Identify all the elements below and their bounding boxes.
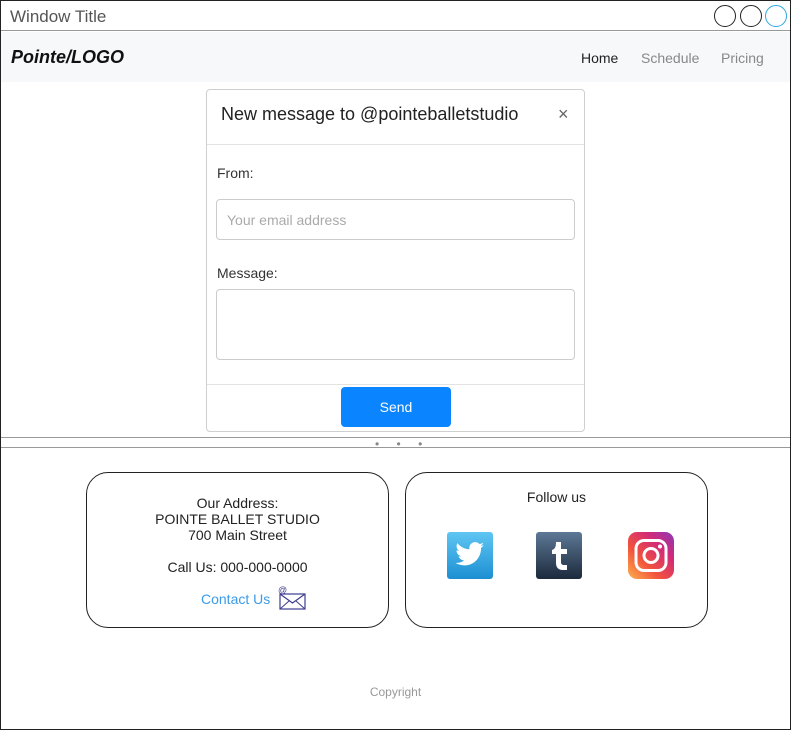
- contact-us-link[interactable]: Contact Us: [201, 591, 270, 607]
- dialog-header: New message to @pointeballetstudio ×: [207, 90, 584, 145]
- send-button[interactable]: Send: [341, 387, 451, 427]
- tumblr-icon[interactable]: [536, 532, 582, 579]
- from-label: From:: [217, 165, 254, 181]
- splitter-handle[interactable]: • • •: [375, 437, 429, 451]
- dialog-close-button[interactable]: ×: [558, 104, 569, 125]
- minimize-button[interactable]: [714, 5, 736, 27]
- message-textarea[interactable]: [216, 289, 575, 360]
- nav-link-schedule[interactable]: Schedule: [641, 50, 699, 66]
- message-label: Message:: [217, 265, 278, 281]
- twitter-icon[interactable]: [447, 532, 493, 579]
- svg-text:@: @: [278, 585, 287, 595]
- studio-name: POINTE BALLET STUDIO: [155, 511, 320, 527]
- address-card: Our Address: POINTE BALLET STUDIO 700 Ma…: [86, 472, 389, 628]
- navbar: Pointe/LOGO Home Schedule Pricing: [1, 32, 790, 82]
- phone-number: Call Us: 000-000-0000: [167, 559, 308, 575]
- address-heading: Our Address:: [196, 495, 279, 511]
- maximize-button[interactable]: [740, 5, 762, 27]
- follow-card: Follow us: [405, 472, 708, 628]
- title-bar: Window Title: [1, 1, 790, 31]
- pane-splitter[interactable]: • • •: [1, 437, 790, 451]
- dialog-title: New message to @pointeballetstudio: [221, 104, 519, 124]
- follow-title: Follow us: [526, 489, 587, 505]
- nav-link-home[interactable]: Home: [581, 50, 618, 66]
- close-window-button[interactable]: [765, 5, 787, 27]
- message-dialog: New message to @pointeballetstudio × Fro…: [206, 89, 585, 432]
- street-address: 700 Main Street: [188, 527, 287, 543]
- dialog-footer: Send: [207, 384, 584, 431]
- email-field[interactable]: [216, 199, 575, 240]
- app-window: Window Title Pointe/LOGO Home Schedule P…: [0, 0, 791, 730]
- instagram-icon[interactable]: [628, 532, 674, 579]
- window-title: Window Title: [10, 7, 107, 26]
- copyright-text: Copyright: [369, 685, 422, 699]
- mail-icon[interactable]: @: [277, 585, 307, 611]
- logo[interactable]: Pointe/LOGO: [11, 47, 124, 68]
- nav-link-pricing[interactable]: Pricing: [721, 50, 764, 66]
